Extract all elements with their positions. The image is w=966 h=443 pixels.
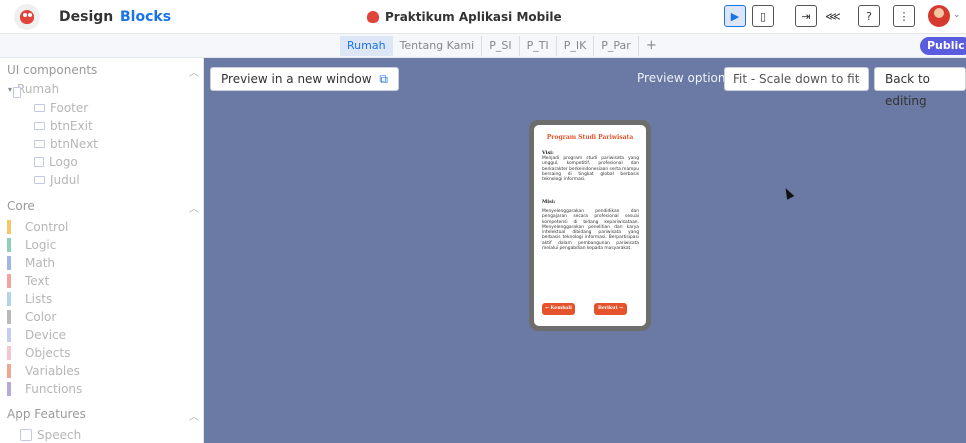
core-item-control[interactable]: Control — [7, 220, 68, 234]
tree-item-btnexit[interactable]: btnExit — [34, 119, 93, 133]
kembali-button[interactable]: ← Kembali — [542, 303, 575, 315]
berikut-button[interactable]: Berikut → — [594, 303, 627, 315]
misi-heading: Misi: — [542, 199, 556, 205]
tab-p-ti[interactable]: P_TI — [520, 36, 557, 56]
collapse-icon[interactable]: ︿ — [189, 408, 199, 423]
core-item-functions[interactable]: Functions — [7, 382, 82, 396]
tab-p-par[interactable]: P_Par — [594, 36, 639, 56]
core-item-device[interactable]: Device — [7, 328, 66, 342]
phone-screen: Program Studi Pariwisata Visi: Menjadi p… — [534, 125, 646, 326]
avatar[interactable] — [928, 5, 950, 27]
core-header[interactable]: Core — [7, 199, 35, 213]
scale-select[interactable]: Fit - Scale down to fit ⌄ — [724, 67, 869, 91]
help-icon[interactable]: ? — [858, 5, 880, 27]
preview-icon[interactable]: ▶ — [724, 5, 746, 27]
tree-item-footer[interactable]: Footer — [34, 101, 88, 115]
tab-p-ik[interactable]: P_IK — [557, 36, 595, 56]
collapse-icon[interactable]: ︿ — [189, 64, 199, 79]
tree-item-rumah[interactable]: ▾ Rumah — [8, 82, 59, 98]
chevron-down-icon: ⌄ — [853, 74, 861, 84]
core-item-objects[interactable]: Objects — [7, 346, 70, 360]
design-tab[interactable]: Design — [59, 9, 113, 25]
ui-components-header[interactable]: UI components — [7, 63, 97, 77]
chevron-down-icon[interactable]: ⌄ — [953, 10, 961, 20]
external-link-icon: ⧉ — [379, 72, 388, 86]
preview-options-label: Preview options — [637, 71, 732, 85]
back-to-editing-button[interactable]: Back to editing — [874, 67, 966, 108]
share-icon[interactable]: ⋘ — [822, 5, 844, 27]
tree-item-judul[interactable]: Judul — [34, 173, 80, 187]
arrangement-icon — [34, 104, 45, 112]
more-icon[interactable]: ⋮ — [893, 5, 915, 27]
button-icon — [34, 140, 45, 148]
label-icon — [34, 176, 45, 184]
expand-icon[interactable]: ▾ — [8, 85, 12, 94]
image-icon — [34, 157, 44, 167]
core-item-lists[interactable]: Lists — [7, 292, 52, 306]
public-badge[interactable]: Public — [920, 37, 966, 55]
project-icon — [367, 11, 379, 23]
top-bar: Design Blocks Praktikum Aplikasi Mobile … — [0, 0, 966, 34]
feature-item-speech[interactable]: Speech — [20, 428, 81, 442]
button-icon — [34, 122, 45, 130]
core-item-math[interactable]: Math — [7, 256, 55, 270]
screen-title: Program Studi Pariwisata — [546, 134, 634, 141]
phone-preview: Program Studi Pariwisata Visi: Menjadi p… — [529, 120, 651, 331]
tab-rumah[interactable]: Rumah — [340, 36, 393, 56]
add-screen-button[interactable]: + — [639, 36, 664, 56]
core-item-color[interactable]: Color — [7, 310, 56, 324]
preview-workspace: Preview in a new window ⧉ Preview option… — [204, 58, 966, 443]
screen-tab-bar: Rumah Tentang Kami P_SI P_TI P_IK P_Par … — [0, 34, 966, 58]
misi-text: Menyelenggarakan pendidikan dan pengajar… — [542, 209, 639, 252]
tab-p-si[interactable]: P_SI — [482, 36, 520, 56]
tree-item-btnnext[interactable]: btnNext — [34, 137, 98, 151]
screen-icon — [13, 87, 21, 98]
project-name: Praktikum Aplikasi Mobile — [385, 10, 562, 24]
tree-item-logo[interactable]: Logo — [34, 155, 78, 169]
phone-icon[interactable]: ▯ — [752, 5, 774, 27]
core-item-logic[interactable]: Logic — [7, 238, 56, 252]
app-features-header[interactable]: App Features — [7, 407, 86, 421]
blocks-tab[interactable]: Blocks — [120, 9, 171, 25]
preview-new-window-button[interactable]: Preview in a new window ⧉ — [210, 67, 399, 91]
blocks-sidebar: UI components ︿ ▾ Rumah Footer btnExit b… — [0, 58, 204, 443]
speech-icon — [20, 429, 32, 441]
core-item-variables[interactable]: Variables — [7, 364, 80, 378]
visi-text: Menjadi program studi pariwisata yang un… — [542, 156, 639, 183]
logo-icon[interactable] — [14, 4, 40, 30]
export-icon[interactable]: ⇥ — [795, 5, 817, 27]
tab-tentang-kami[interactable]: Tentang Kami — [393, 36, 483, 56]
collapse-icon[interactable]: ︿ — [189, 200, 199, 215]
core-item-text[interactable]: Text — [7, 274, 49, 288]
project-title: Praktikum Aplikasi Mobile — [367, 10, 562, 24]
